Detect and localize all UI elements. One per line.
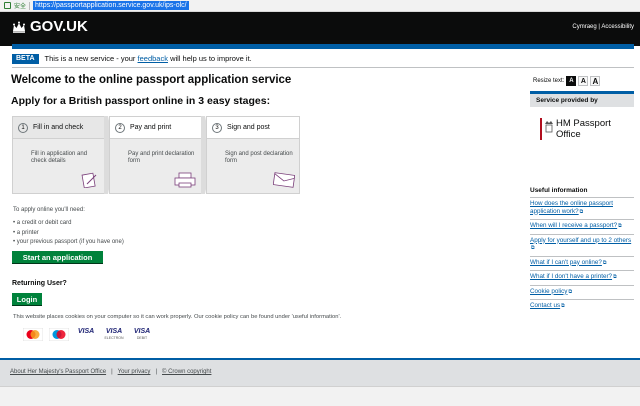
payment-cards: VISA VISA ELECTRON VISA DEBIT [23,328,153,342]
visa-electron-icon: VISA ELECTRON [104,328,124,340]
useful-information-heading: Useful information [530,187,588,194]
beta-text-before: This is a new service - your [44,54,136,63]
org-name-line1: HM Passport [556,118,611,129]
requirements-list: a credit or debit card a printer your pr… [13,219,124,248]
text-size-medium-button[interactable]: A [578,76,589,86]
link-cookie-policy[interactable]: Cookie policy [530,284,634,300]
stage-title: Fill in and check [33,124,84,131]
stage-desc: Fill in application and check details [31,151,88,164]
cymraeg-link[interactable]: Cymraeg [572,24,596,30]
maestro-icon [49,328,69,341]
stage-pay-print: 2 Pay and print Pay and print declaratio… [109,116,203,194]
hmpo-logo[interactable]: HM Passport Office [540,118,611,140]
stage-title: Sign and post [227,124,270,131]
footer-sep: | [155,369,157,375]
list-item: a printer [13,229,124,239]
footer-sep: | [111,369,113,375]
accessibility-link[interactable]: Accessibility [601,24,634,30]
security-label: 安全 [14,4,27,10]
crown-icon [13,21,25,33]
link-contact-us[interactable]: Contact us [530,299,634,314]
stage-number: 1 [18,122,28,133]
cookie-notice: This website places cookies on your comp… [13,314,342,320]
link-how-it-works[interactable]: How does the online passport application… [530,197,634,219]
link-when-receive[interactable]: When will I receive a passport? [530,219,634,234]
feedback-link[interactable]: feedback [138,54,168,63]
stage-sign-post: 3 Sign and post Sign and post declaratio… [206,116,300,194]
govuk-header: GOV.UK Cymraeg | Accessibility [0,12,640,46]
useful-information: Useful information How does the online p… [530,187,634,314]
beta-tag: BETA [12,53,39,64]
header-blue-rule [12,44,634,49]
mastercard-icon [23,328,43,341]
stage-desc: Pay and print declaration form [128,151,195,164]
provided-by-label: Service provided by [530,94,634,107]
footer-link-privacy[interactable]: Your privacy [118,369,151,375]
govuk-logo[interactable]: GOV.UK [30,18,88,35]
stage-title: Pay and print [130,124,172,131]
list-item: your previous passport (if you have one) [13,238,124,248]
text-size-small-button[interactable]: A [566,76,577,86]
beta-banner: BETA This is a new service - your feedba… [12,53,252,64]
separator [29,1,31,10]
service-provider-box: Service provided by HM Passport Office [530,91,634,179]
url-text[interactable]: https://passportapplication.service.gov.… [33,1,189,10]
envelope-icon [273,172,295,188]
footer-link-about[interactable]: About Her Majesty's Passport Office [10,369,106,375]
link-cant-pay[interactable]: What if I can't pay online? [530,255,634,271]
start-application-button[interactable]: Start an application [12,251,103,263]
resize-text-control: Resize text: A A A [533,76,601,86]
visa-debit-icon: VISA DEBIT [133,328,151,340]
crest-icon [540,118,553,140]
org-name-line2: Office [556,129,581,140]
page-title: Welcome to the online passport applicati… [11,74,292,86]
login-button[interactable]: Login [12,293,42,305]
link-no-printer[interactable]: What if I don't have a printer? [530,270,634,285]
printer-icon [174,172,196,188]
divider [12,67,634,68]
lock-icon [4,2,11,9]
requirements-intro: To apply online you'll need: [13,207,85,213]
footer-link-copyright[interactable]: © Crown copyright [162,369,211,375]
list-item: a credit or debit card [13,219,124,229]
page-footer: About Her Majesty's Passport Office | Yo… [0,358,640,386]
stage-number: 2 [115,122,125,133]
text-size-large-button[interactable]: A [590,76,601,86]
resize-label: Resize text: [533,78,565,84]
download-bar [0,386,640,406]
stage-fill-in: 1 Fill in and check Fill in application … [12,116,106,194]
visa-icon: VISA [77,328,95,335]
stage-desc: Sign and post declaration form [225,151,293,164]
link-apply-others[interactable]: Apply for yourself and up to 2 others [530,233,634,256]
stage-number: 3 [212,122,222,133]
beta-text-after: will help us to improve it. [170,54,252,63]
page-subtitle: Apply for a British passport online in 3… [11,95,271,107]
form-pen-icon [81,172,97,188]
returning-user-heading: Returning User? [12,280,67,287]
address-bar[interactable]: 安全 https://passportapplication.service.g… [0,0,640,12]
